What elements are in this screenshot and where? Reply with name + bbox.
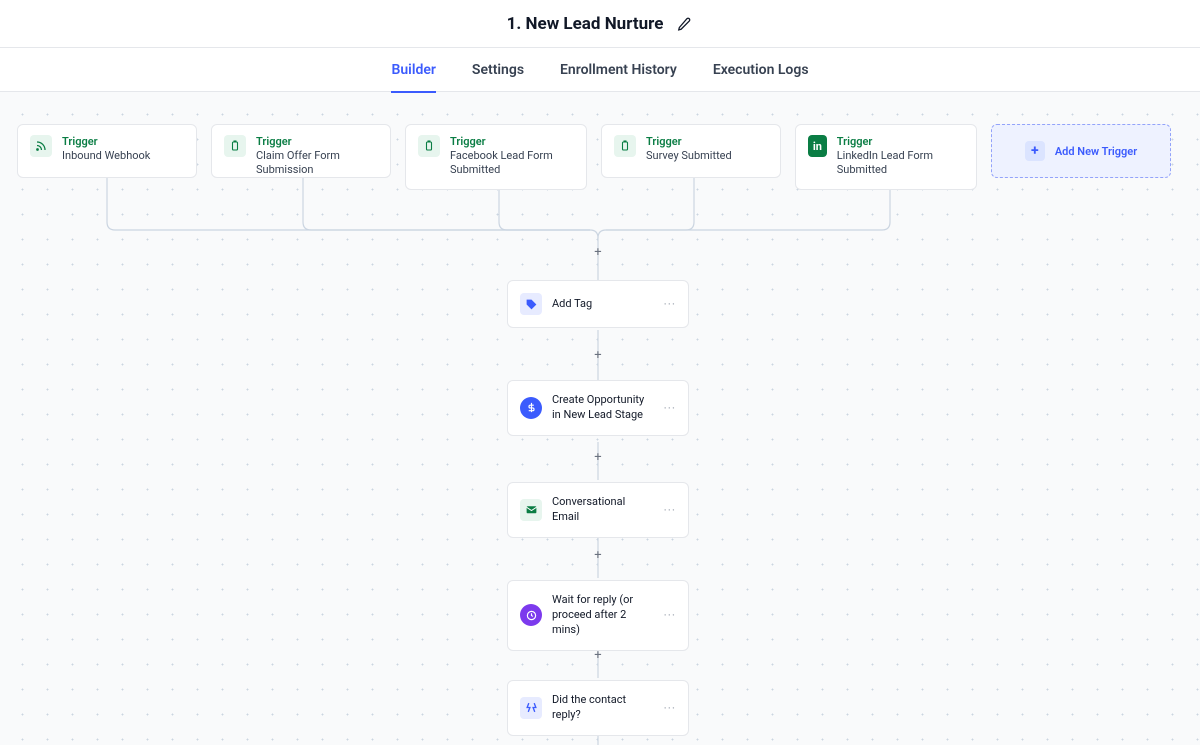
- add-trigger-button[interactable]: + Add New Trigger: [991, 124, 1171, 178]
- more-icon[interactable]: ···: [664, 297, 676, 311]
- rss-icon: [30, 135, 52, 157]
- trigger-label: Trigger: [256, 135, 378, 148]
- clipboard-icon: [418, 135, 440, 157]
- tag-icon: [520, 293, 542, 315]
- page-title: 1. New Lead Nurture: [507, 14, 664, 34]
- branch-icon: [520, 697, 542, 719]
- tab-execution[interactable]: Execution Logs: [713, 48, 809, 92]
- tab-enrollment[interactable]: Enrollment History: [560, 48, 677, 92]
- pencil-icon: [677, 17, 691, 31]
- step-label: Wait for reply (or proceed after 2 mins): [552, 593, 654, 638]
- more-icon[interactable]: ···: [664, 608, 676, 622]
- triggers-row: Trigger Inbound Webhook Trigger Claim Of…: [17, 124, 1171, 190]
- clipboard-icon: [224, 135, 246, 157]
- step-label: Add Tag: [552, 297, 654, 312]
- step-card[interactable]: Wait for reply (or proceed after 2 mins)…: [507, 580, 689, 651]
- step-card[interactable]: Did the contact reply? ···: [507, 680, 689, 736]
- add-step-button[interactable]: +: [591, 348, 605, 362]
- tabs: Builder Settings Enrollment History Exec…: [0, 48, 1200, 92]
- trigger-subtitle: Claim Offer Form Submission: [256, 149, 378, 178]
- trigger-subtitle: Inbound Webhook: [62, 149, 150, 163]
- trigger-label: Trigger: [450, 135, 574, 148]
- linkedin-icon: in: [808, 135, 827, 157]
- step-card[interactable]: Create Opportunity in New Lead Stage ···: [507, 380, 689, 436]
- step-card[interactable]: Conversational Email ···: [507, 482, 689, 538]
- add-step-button[interactable]: +: [591, 648, 605, 662]
- trigger-card[interactable]: Trigger Survey Submitted: [601, 124, 781, 178]
- trigger-label: Trigger: [646, 135, 732, 148]
- trigger-card[interactable]: in Trigger LinkedIn Lead Form Submitted: [795, 124, 977, 190]
- clock-icon: [520, 604, 542, 626]
- trigger-subtitle: LinkedIn Lead Form Submitted: [837, 149, 964, 178]
- trigger-card[interactable]: Trigger Facebook Lead Form Submitted: [405, 124, 587, 190]
- trigger-card[interactable]: Trigger Inbound Webhook: [17, 124, 197, 178]
- more-icon[interactable]: ···: [664, 401, 676, 415]
- header: 1. New Lead Nurture: [0, 0, 1200, 48]
- tab-settings[interactable]: Settings: [472, 48, 524, 92]
- canvas[interactable]: Trigger Inbound Webhook Trigger Claim Of…: [0, 92, 1200, 745]
- trigger-label: Trigger: [62, 135, 150, 148]
- more-icon[interactable]: ···: [664, 503, 676, 517]
- step-label: Conversational Email: [552, 495, 654, 525]
- add-step-button[interactable]: +: [591, 548, 605, 562]
- trigger-subtitle: Survey Submitted: [646, 149, 732, 163]
- add-step-button[interactable]: +: [591, 450, 605, 464]
- edit-title-button[interactable]: [675, 15, 693, 33]
- tab-builder[interactable]: Builder: [391, 48, 435, 92]
- dollar-icon: [520, 397, 542, 419]
- add-step-button[interactable]: +: [591, 245, 605, 259]
- mail-icon: [520, 499, 542, 521]
- plus-icon: +: [1025, 141, 1045, 161]
- add-trigger-label: Add New Trigger: [1055, 145, 1137, 158]
- trigger-card[interactable]: Trigger Claim Offer Form Submission: [211, 124, 391, 178]
- clipboard-icon: [614, 135, 636, 157]
- more-icon[interactable]: ···: [664, 701, 676, 715]
- trigger-subtitle: Facebook Lead Form Submitted: [450, 149, 574, 178]
- step-label: Create Opportunity in New Lead Stage: [552, 393, 654, 423]
- step-label: Did the contact reply?: [552, 693, 654, 723]
- step-card[interactable]: Add Tag ···: [507, 280, 689, 328]
- trigger-label: Trigger: [837, 135, 964, 148]
